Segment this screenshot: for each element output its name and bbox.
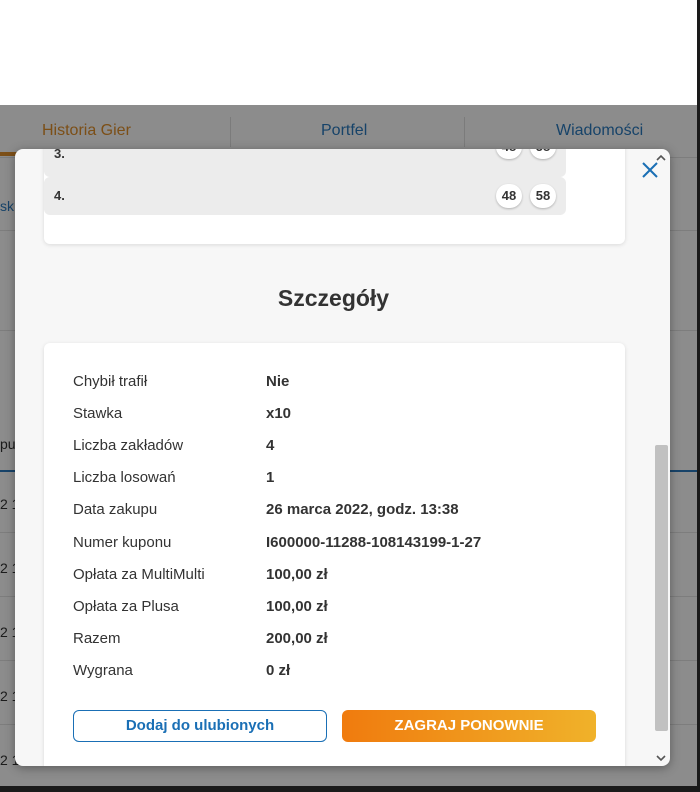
detail-label: Chybił trafił <box>73 373 148 390</box>
detail-value: 0 zł <box>266 662 291 679</box>
chevron-up-icon <box>656 154 666 161</box>
number-ball: 48 <box>496 184 522 208</box>
scrollbar-thumb[interactable] <box>655 445 668 731</box>
detail-row-wygrana: Wygrana 0 zł <box>73 659 613 683</box>
detail-value: x10 <box>266 405 292 422</box>
coupon-details-modal: 3. 48 58 4. 48 58 Szczegóły Chybił trafi… <box>15 149 670 766</box>
detail-label: Razem <box>73 630 121 647</box>
detail-label: Stawka <box>73 405 123 422</box>
detail-row-liczba-zakladow: Liczba zakładów 4 <box>73 434 613 458</box>
detail-row-oplata-multimulti: Opłata za MultiMulti 100,00 zł <box>73 563 613 587</box>
scroll-up-button[interactable] <box>655 151 667 163</box>
bet-index: 4. <box>54 188 65 203</box>
bet-index: 3. <box>54 149 65 161</box>
detail-row-stawka: Stawka x10 <box>73 402 613 426</box>
detail-value: 100,00 zł <box>266 598 328 615</box>
detail-value: 100,00 zł <box>266 566 328 583</box>
detail-row-numer-kuponu: Numer kuponu I600000-11288-108143199-1-2… <box>73 531 613 555</box>
detail-label: Opłata za MultiMulti <box>73 566 205 583</box>
detail-row-data-zakupu: Data zakupu 26 marca 2022, godz. 13:38 <box>73 498 613 522</box>
detail-label: Wygrana <box>73 662 133 679</box>
detail-label: Liczba zakładów <box>73 437 184 454</box>
add-to-favorites-button[interactable]: Dodaj do ulubionych <box>73 710 327 742</box>
detail-value: 1 <box>266 469 275 486</box>
bet-row: 4. 48 58 <box>44 177 566 215</box>
window-bottom-edge <box>0 786 700 792</box>
details-title: Szczegóły <box>277 285 390 311</box>
bet-row: 3. 48 58 <box>44 149 566 177</box>
detail-label: Data zakupu <box>73 501 158 518</box>
detail-row-oplata-plusa: Opłata za Plusa 100,00 zł <box>73 595 613 619</box>
detail-label: Numer kuponu <box>73 534 172 551</box>
number-ball: 58 <box>530 149 556 159</box>
detail-value: I600000-11288-108143199-1-27 <box>266 534 482 551</box>
detail-value: 4 <box>266 437 275 454</box>
detail-row-chybil-trafil: Chybił trafił Nie <box>73 370 613 394</box>
detail-label: Opłata za Plusa <box>73 598 179 615</box>
play-again-button[interactable]: ZAGRAJ PONOWNIE <box>342 710 596 742</box>
number-ball: 58 <box>530 184 556 208</box>
number-ball: 48 <box>496 149 522 159</box>
detail-value: 26 marca 2022, godz. 13:38 <box>266 501 459 518</box>
chevron-down-icon <box>656 755 666 762</box>
detail-value: 200,00 zł <box>266 630 328 647</box>
details-card: Chybił trafił Nie Stawka x10 Liczba zakł… <box>44 343 625 766</box>
detail-row-liczba-losowan: Liczba losowań 1 <box>73 466 613 490</box>
detail-value: Nie <box>266 373 290 390</box>
page-header <box>0 0 697 105</box>
scroll-down-button[interactable] <box>655 751 667 763</box>
detail-label: Liczba losowań <box>73 469 176 486</box>
detail-row-razem: Razem 200,00 zł <box>73 627 613 651</box>
